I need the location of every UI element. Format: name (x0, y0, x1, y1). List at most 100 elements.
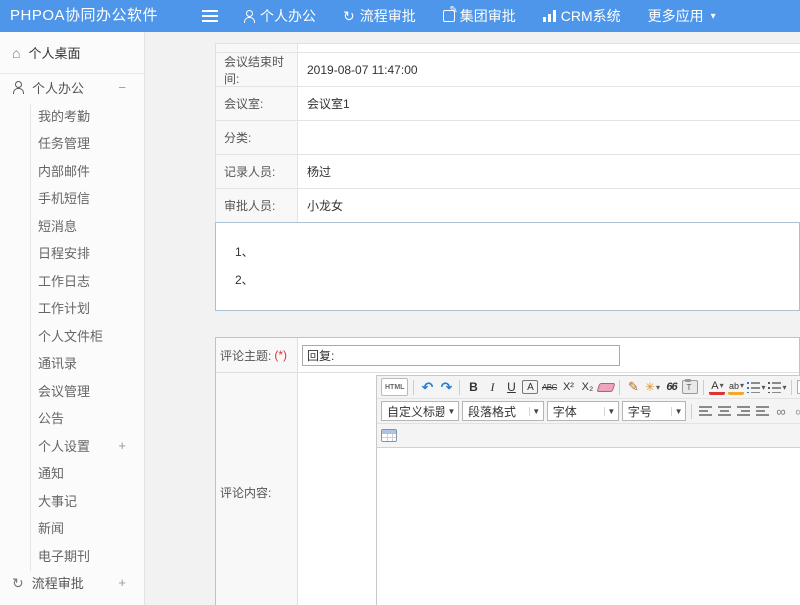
toolbar-row-2: 自定义标题▼段落格式▼字体▼字号▼∞∞ (377, 399, 800, 424)
sidebar-item-label: 会议管理 (38, 381, 90, 400)
eraser-icon[interactable] (597, 383, 616, 392)
font-color-icon[interactable]: A▾ (709, 380, 725, 395)
topnav-item-集团审批[interactable]: 集团审批 (443, 6, 516, 26)
field-label: 会议结束时间: (216, 53, 298, 86)
sidebar-item-会议管理[interactable]: 会议管理 (0, 377, 144, 405)
table-row: 分类: (216, 121, 800, 155)
sidebar-item-工作计划[interactable]: 工作计划 (0, 294, 144, 322)
sidebar-item-个人办公[interactable]: 个人办公 − (0, 74, 144, 102)
top-nav-items: 个人办公 ↻流程审批 集团审批 CRM系统 更多应用▾ (243, 0, 716, 32)
hamburger-menu-icon[interactable] (202, 10, 218, 12)
blockquote-icon[interactable]: 66 (663, 378, 679, 396)
select-自定义标题[interactable]: 自定义标题▼ (381, 401, 459, 421)
sidebar-item-个人文件柜[interactable]: 个人文件柜 (0, 322, 144, 350)
sidebar-item-任务管理[interactable]: 任务管理 (0, 129, 144, 157)
paste-icon[interactable] (682, 380, 698, 394)
undo-icon[interactable]: ↶ (419, 378, 435, 396)
select-value: 字号 (623, 403, 671, 420)
sidebar-item-desktop[interactable]: ⌂ 个人桌面 (0, 32, 144, 74)
field-label: 审批人员: (216, 189, 298, 222)
sidebar-item-label: 内部邮件 (38, 161, 90, 180)
sidebar-item-label: 电子期刊 (38, 546, 90, 565)
unordered-list-icon[interactable]: ▾ (768, 378, 786, 396)
field-label: 会议室: (216, 87, 298, 120)
redo-icon[interactable]: ↷ (438, 378, 454, 396)
sidebar-item-手机短信[interactable]: 手机短信 (0, 184, 144, 212)
cycle-icon: ↻ (12, 576, 24, 590)
align-right-icon[interactable] (735, 402, 751, 420)
sidebar-item-个人设置[interactable]: 个人设置+ (0, 432, 144, 460)
bold-icon[interactable]: B (465, 378, 481, 396)
magic-wand-icon[interactable]: ✳▾ (644, 378, 660, 396)
collapse-icon[interactable]: − (118, 80, 126, 95)
topnav-item-更多应用[interactable]: 更多应用▾ (648, 6, 716, 26)
expand-icon[interactable]: + (118, 575, 126, 590)
sidebar-item-label: 日程安排 (38, 243, 90, 262)
italic-icon[interactable]: I (484, 378, 500, 396)
sidebar-item-label: 工作日志 (38, 271, 90, 290)
expand-icon[interactable]: + (118, 438, 126, 453)
unlink-icon[interactable]: ∞ (792, 402, 800, 420)
editor-content[interactable] (377, 448, 800, 605)
highlight-icon[interactable]: ab▾ (728, 380, 744, 395)
field-value: 小龙女 (298, 189, 800, 222)
select-value: 自定义标题 (382, 403, 444, 420)
sidebar-item-label: 新闻 (38, 518, 64, 537)
subscript-icon[interactable]: X₂ (579, 378, 595, 396)
table-row: 审批人员:小龙女 (216, 189, 800, 223)
sidebar-item-短消息[interactable]: 短消息 (0, 212, 144, 240)
field-value: 杨过 (298, 155, 800, 188)
html-source-icon[interactable]: HTML (381, 378, 408, 396)
comment-subject-label: 评论主题: (*) (216, 338, 298, 372)
toolbar-separator (459, 380, 460, 395)
align-left-icon[interactable] (697, 402, 713, 420)
link-icon[interactable]: ∞ (773, 402, 789, 420)
select-字体[interactable]: 字体▼ (547, 401, 619, 421)
font-box-icon[interactable]: A (522, 380, 538, 394)
sidebar-item-日程安排[interactable]: 日程安排 (0, 239, 144, 267)
sidebar-item-label: 手机短信 (38, 188, 90, 207)
sidebar-item-工作日志[interactable]: 工作日志 (0, 267, 144, 295)
toolbar-row-3 (377, 424, 800, 447)
format-painter-icon[interactable]: ✎ (625, 378, 641, 396)
field-value (298, 121, 800, 154)
topnav-item-CRM系统[interactable]: CRM系统 (543, 6, 621, 26)
sidebar-item-通知[interactable]: 通知 (0, 459, 144, 487)
underline-icon[interactable]: U (503, 378, 519, 396)
sidebar-item-大事记[interactable]: 大事记 (0, 487, 144, 515)
sidebar-item-新闻[interactable]: 新闻 (0, 514, 144, 542)
editor-toolbar: HTML↶↷BIUAABCX²X₂✎✳▾66A▾ab▾▾▾ 自定义标题▼段落格式… (377, 376, 800, 448)
sidebar-item-公告[interactable]: 公告 (0, 404, 144, 432)
select-字号[interactable]: 字号▼ (622, 401, 686, 421)
superscript-icon[interactable]: X² (560, 378, 576, 396)
select-段落格式[interactable]: 段落格式▼ (462, 401, 544, 421)
top-navbar: PHPOA协同办公软件 个人办公↻流程审批集团审批CRM系统更多应用▾ (0, 0, 800, 32)
sidebar-item-label: 工作计划 (38, 298, 90, 317)
sidebar-item-label: 个人办公 (32, 78, 84, 97)
align-center-icon[interactable] (716, 402, 732, 420)
sidebar-item-内部邮件[interactable]: 内部邮件 (0, 157, 144, 185)
topnav-item-流程审批[interactable]: ↻流程审批 (343, 6, 416, 26)
chevron-down-icon: ▼ (444, 407, 458, 416)
sidebar-item-流程审批[interactable]: ↻流程审批+ (0, 569, 144, 597)
comment-subject-input[interactable] (302, 345, 620, 366)
sidebar-item-label: 我的考勤 (38, 106, 90, 125)
meeting-content-box: 1、2、 (215, 222, 800, 311)
topnav-item-label: 更多应用 (648, 6, 704, 26)
sidebar-menu: 个人办公 − 我的考勤任务管理内部邮件手机短信短消息日程安排工作日志工作计划个人文件… (0, 74, 144, 597)
chevron-down-icon: ▾ (720, 381, 724, 390)
chevron-down-icon: ▼ (529, 407, 543, 416)
align-justify-icon[interactable] (754, 402, 770, 420)
sidebar-item-电子期刊[interactable]: 电子期刊 (0, 542, 144, 570)
table-icon[interactable] (381, 429, 397, 442)
sidebar-item-我的考勤[interactable]: 我的考勤 (0, 102, 144, 130)
ordered-list-icon[interactable]: ▾ (747, 378, 765, 396)
person-icon (12, 81, 24, 94)
sidebar-item-label: 通讯录 (38, 353, 77, 372)
topnav-item-个人办公[interactable]: 个人办公 (243, 6, 316, 26)
sidebar-item-通讯录[interactable]: 通讯录 (0, 349, 144, 377)
main-content: 会议结束时间:2019-08-07 11:47:00会议室:会议室1分类:记录人… (146, 32, 800, 605)
strikethrough-icon[interactable]: ABC (541, 378, 557, 396)
toolbar-separator (619, 380, 620, 395)
select-value: 段落格式 (463, 403, 529, 420)
